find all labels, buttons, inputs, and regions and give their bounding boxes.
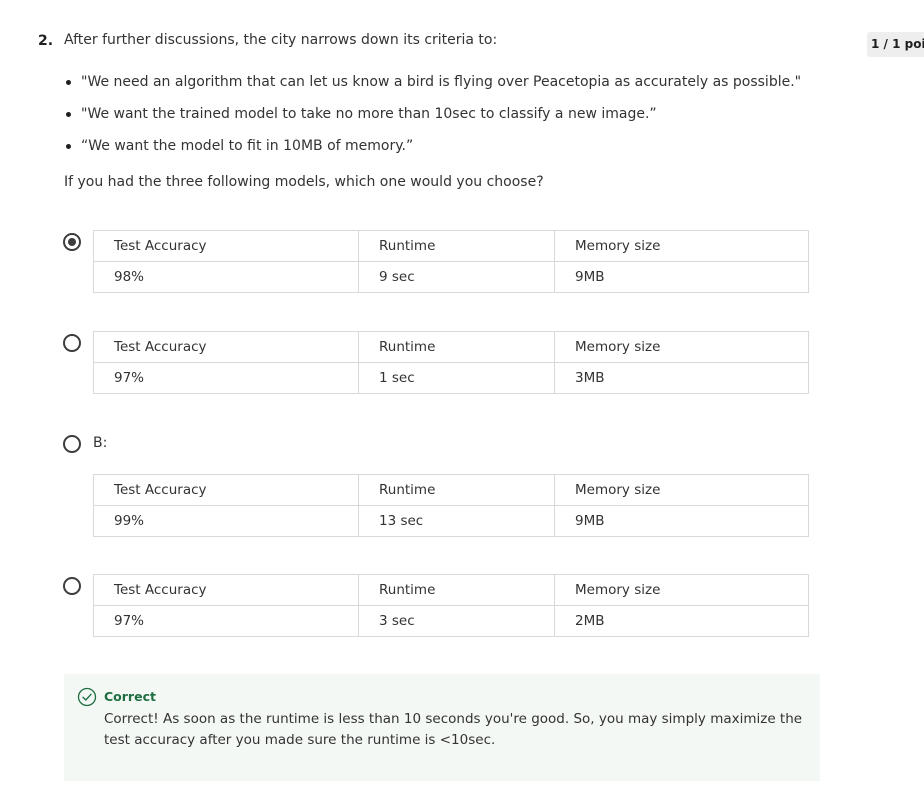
table-header-cell: Runtime xyxy=(358,230,555,262)
table-cell: 13 sec xyxy=(358,505,555,537)
table-cell: 98% xyxy=(93,261,359,293)
table-header-cell: Memory size xyxy=(554,574,809,606)
table-header-row: Test Accuracy Runtime Memory size xyxy=(93,331,809,363)
option-3-radio[interactable] xyxy=(63,435,81,453)
bullet-icon xyxy=(66,144,71,149)
table-cell: 9MB xyxy=(554,505,809,537)
criteria-text: "We need an algorithm that can let us kn… xyxy=(81,74,802,90)
option-3-label: B: xyxy=(93,435,108,451)
option-1-table: Test Accuracy Runtime Memory size 98% 9 … xyxy=(93,230,809,293)
table-header-cell: Test Accuracy xyxy=(93,230,359,262)
criteria-item: "We want the trained model to take no mo… xyxy=(64,104,801,136)
feedback-title: Correct xyxy=(104,689,156,704)
table-cell: 2MB xyxy=(554,605,809,637)
table-header-cell: Runtime xyxy=(358,331,555,363)
question-prompt: If you had the three following models, w… xyxy=(64,174,544,190)
table-header-row: Test Accuracy Runtime Memory size xyxy=(93,230,809,262)
option-2-table: Test Accuracy Runtime Memory size 97% 1 … xyxy=(93,331,809,394)
feedback-text: Correct! As soon as the runtime is less … xyxy=(104,711,803,748)
table-cell: 3 sec xyxy=(358,605,555,637)
table-cell: 9MB xyxy=(554,261,809,293)
table-header-cell: Memory size xyxy=(554,331,809,363)
table-header-cell: Memory size xyxy=(554,230,809,262)
option-3-table: Test Accuracy Runtime Memory size 99% 13… xyxy=(93,474,809,537)
table-row: 97% 1 sec 3MB xyxy=(93,362,809,394)
feedback-panel: Correct Correct! As soon as the runtime … xyxy=(64,674,820,781)
criteria-item: "We need an algorithm that can let us kn… xyxy=(64,72,801,104)
table-header-cell: Test Accuracy xyxy=(93,474,359,506)
table-header-row: Test Accuracy Runtime Memory size xyxy=(93,474,809,506)
table-header-cell: Runtime xyxy=(358,574,555,606)
criteria-item: “We want the model to fit in 10MB of mem… xyxy=(64,136,801,168)
bullet-icon xyxy=(66,80,71,85)
question-text: After further discussions, the city narr… xyxy=(64,32,498,48)
table-cell: 99% xyxy=(93,505,359,537)
option-2-radio[interactable] xyxy=(63,334,81,352)
table-header-cell: Test Accuracy xyxy=(93,331,359,363)
option-1-radio[interactable] xyxy=(63,233,81,251)
table-cell: 3MB xyxy=(554,362,809,394)
option-4-radio[interactable] xyxy=(63,577,81,595)
bullet-icon xyxy=(66,112,71,117)
table-row: 98% 9 sec 9MB xyxy=(93,261,809,293)
check-circle-icon xyxy=(77,687,97,707)
table-header-row: Test Accuracy Runtime Memory size xyxy=(93,574,809,606)
table-row: 99% 13 sec 9MB xyxy=(93,505,809,537)
table-header-cell: Runtime xyxy=(358,474,555,506)
table-header-cell: Test Accuracy xyxy=(93,574,359,606)
table-cell: 1 sec xyxy=(358,362,555,394)
table-cell: 97% xyxy=(93,605,359,637)
table-row: 97% 3 sec 2MB xyxy=(93,605,809,637)
option-4-table: Test Accuracy Runtime Memory size 97% 3 … xyxy=(93,574,809,637)
criteria-text: “We want the model to fit in 10MB of mem… xyxy=(81,138,414,154)
criteria-list: "We need an algorithm that can let us kn… xyxy=(64,72,801,168)
criteria-text: "We want the trained model to take no mo… xyxy=(81,106,657,122)
table-header-cell: Memory size xyxy=(554,474,809,506)
question-number: 2. xyxy=(38,33,54,49)
table-cell: 9 sec xyxy=(358,261,555,293)
table-cell: 97% xyxy=(93,362,359,394)
points-badge: 1 / 1 point xyxy=(867,32,924,57)
